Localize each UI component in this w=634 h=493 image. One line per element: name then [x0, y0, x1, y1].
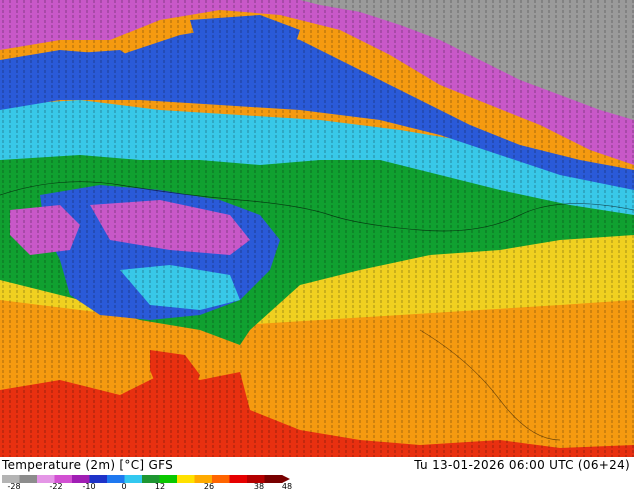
- legend-swatch: [229, 475, 248, 483]
- legend-swatch: [19, 475, 38, 483]
- legend-swatch: [177, 475, 195, 483]
- legend-swatch: [264, 475, 283, 483]
- legend-swatch: [124, 475, 143, 483]
- temperature-map: [0, 0, 634, 457]
- map-svg: [0, 0, 634, 457]
- map-footer: Temperature (2m) [°C] GFS Tu 13-01-2026 …: [0, 457, 634, 493]
- legend-labels: -28 -22 -10 0 12 26 38 48: [0, 483, 634, 493]
- color-legend-bar: [2, 475, 290, 483]
- legend-swatch: [212, 475, 230, 483]
- map-title: Temperature (2m) [°C] GFS: [2, 458, 173, 472]
- contour-lines-overlay: [0, 0, 634, 457]
- map-timestamp: Tu 13-01-2026 06:00 UTC (06+24): [414, 458, 630, 472]
